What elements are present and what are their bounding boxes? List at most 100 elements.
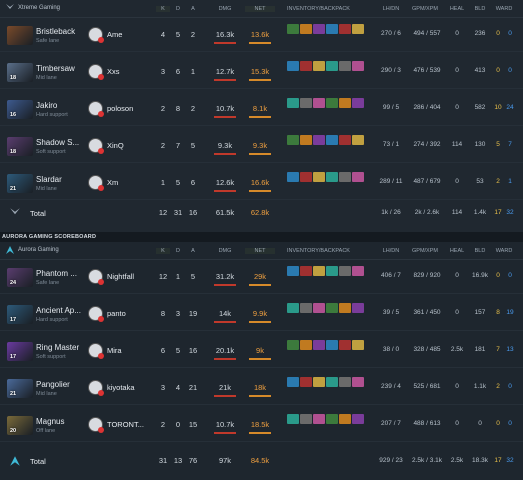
inventory-item-icon[interactable] bbox=[313, 266, 325, 276]
inventory-item-icon[interactable] bbox=[339, 172, 351, 182]
sort-damage[interactable]: DMG bbox=[210, 6, 240, 12]
networth-bar bbox=[249, 395, 271, 397]
inventory-item-icon[interactable] bbox=[326, 340, 338, 350]
inventory-item-icon[interactable] bbox=[300, 266, 312, 276]
player-row[interactable]: 18 Timbersaw Mid lane Xxs 3 6 1 12.7k 15.3k 290 /… bbox=[0, 55, 523, 89]
inventory-item-icon[interactable] bbox=[300, 24, 312, 34]
inventory-item-icon[interactable] bbox=[339, 414, 351, 424]
player-name[interactable]: Mira bbox=[107, 346, 122, 355]
player-name[interactable]: Ame bbox=[107, 30, 122, 39]
inventory-item-icon[interactable] bbox=[339, 24, 351, 34]
player-name[interactable]: panto bbox=[107, 309, 126, 318]
player-row[interactable]: 21 Slardar Mid lane Xm 1 5 6 12.6k 16.6k 289 / 11… bbox=[0, 166, 523, 200]
inventory-item-icon[interactable] bbox=[326, 98, 338, 108]
inventory-item-icon[interactable] bbox=[313, 24, 325, 34]
sort-kills[interactable]: K bbox=[156, 248, 170, 254]
player-name[interactable]: XinQ bbox=[107, 141, 124, 150]
kills: 6 bbox=[160, 346, 166, 355]
inventory-item-icon[interactable] bbox=[300, 303, 312, 313]
sort-networth[interactable]: NET bbox=[245, 248, 275, 254]
inventory-item-icon[interactable] bbox=[352, 98, 364, 108]
inventory-item-icon[interactable] bbox=[352, 303, 364, 313]
player-row[interactable]: 24 Phantom ... Safe lane Nightfall 12 1 5 31.2k… bbox=[0, 260, 523, 294]
player-row[interactable]: 17 Ancient Ap... Hard support panto 8 3 19 14k 9… bbox=[0, 297, 523, 331]
inventory-item-icon[interactable] bbox=[339, 303, 351, 313]
inventory-item-icon[interactable] bbox=[339, 266, 351, 276]
inventory-item-icon[interactable] bbox=[339, 377, 351, 387]
inventory-item-icon[interactable] bbox=[300, 172, 312, 182]
inventory-item-icon[interactable] bbox=[352, 266, 364, 276]
inventory-item-icon[interactable] bbox=[326, 135, 338, 145]
inventory-item-icon[interactable] bbox=[300, 414, 312, 424]
inventory-item-icon[interactable] bbox=[287, 172, 299, 182]
inventory-item-icon[interactable] bbox=[326, 266, 338, 276]
player-row[interactable]: 21 Pangolier Mid lane kiyotaka 3 4 21 21k 18k 239… bbox=[0, 371, 523, 405]
player-name[interactable]: poloson bbox=[107, 104, 133, 113]
inventory-item-icon[interactable] bbox=[287, 98, 299, 108]
player-row[interactable]: 16 Jakiro Hard support poloson 2 8 2 10.7k 8.1k 9… bbox=[0, 92, 523, 126]
sort-deaths[interactable]: D bbox=[171, 248, 185, 254]
inventory-item-icon[interactable] bbox=[300, 135, 312, 145]
inventory-item-icon[interactable] bbox=[300, 61, 312, 71]
inventory-item-icon[interactable] bbox=[287, 303, 299, 313]
player-row[interactable]: Bristleback Safe lane Ame 4 5 2 16.3k 13.6k 270 … bbox=[0, 18, 523, 52]
inventory-item-icon[interactable] bbox=[313, 414, 325, 424]
inventory-item-icon[interactable] bbox=[313, 303, 325, 313]
inventory-item-icon[interactable] bbox=[287, 266, 299, 276]
inventory-item-icon[interactable] bbox=[313, 98, 325, 108]
inventory-item-icon[interactable] bbox=[287, 340, 299, 350]
hero-name: Slardar bbox=[36, 175, 62, 184]
sort-kills[interactable]: K bbox=[156, 6, 170, 12]
inventory-item-icon[interactable] bbox=[287, 414, 299, 424]
inventory-item-icon[interactable] bbox=[326, 377, 338, 387]
player-name[interactable]: TORONT... bbox=[107, 420, 144, 429]
player-name[interactable]: Nightfall bbox=[107, 272, 134, 281]
inventory-item-icon[interactable] bbox=[326, 61, 338, 71]
networth-bar bbox=[249, 153, 271, 155]
player-name[interactable]: kiyotaka bbox=[107, 383, 135, 392]
player-name[interactable]: Xm bbox=[107, 178, 118, 187]
inventory-item-icon[interactable] bbox=[300, 377, 312, 387]
inventory-item-icon[interactable] bbox=[352, 414, 364, 424]
inventory-item-icon[interactable] bbox=[352, 61, 364, 71]
inventory-item-icon[interactable] bbox=[313, 172, 325, 182]
player-row[interactable]: 17 Ring Master Soft support Mira 6 5 16 20.1k 9k… bbox=[0, 334, 523, 368]
inventory-item-icon[interactable] bbox=[352, 377, 364, 387]
player-name[interactable]: Xxs bbox=[107, 67, 120, 76]
inventory-item-icon[interactable] bbox=[339, 98, 351, 108]
inventory-item-icon[interactable] bbox=[287, 61, 299, 71]
inventory-item-icon[interactable] bbox=[352, 135, 364, 145]
inventory-item-icon[interactable] bbox=[339, 135, 351, 145]
inventory-item-icon[interactable] bbox=[300, 98, 312, 108]
inventory-item-icon[interactable] bbox=[326, 414, 338, 424]
inventory-item-icon[interactable] bbox=[352, 172, 364, 182]
hero-portrait-icon[interactable] bbox=[7, 26, 33, 45]
bld: 236 bbox=[474, 30, 486, 37]
inventory-item-icon[interactable] bbox=[287, 135, 299, 145]
sort-assists[interactable]: A bbox=[186, 6, 200, 12]
inventory-item-icon[interactable] bbox=[313, 340, 325, 350]
sort-assists[interactable]: A bbox=[186, 248, 200, 254]
inventory-item-icon[interactable] bbox=[287, 377, 299, 387]
inventory-item-icon[interactable] bbox=[339, 340, 351, 350]
inventory-item-icon[interactable] bbox=[287, 24, 299, 34]
inventory-item-icon[interactable] bbox=[339, 61, 351, 71]
inventory-item-icon[interactable] bbox=[313, 377, 325, 387]
player-row[interactable]: 20 Magnus Off lane TORONT... 2 0 15 10.7k 18.5k 2… bbox=[0, 408, 523, 442]
sort-damage[interactable]: DMG bbox=[210, 248, 240, 254]
sort-networth[interactable]: NET bbox=[245, 6, 275, 12]
networth-bar bbox=[249, 116, 271, 118]
inventory-item-icon[interactable] bbox=[352, 340, 364, 350]
inventory-item-icon[interactable] bbox=[313, 61, 325, 71]
inventory-item-icon[interactable] bbox=[326, 303, 338, 313]
inventory-item-icon[interactable] bbox=[313, 135, 325, 145]
bld: 53 bbox=[476, 178, 484, 185]
inventory-item-icon[interactable] bbox=[326, 24, 338, 34]
inventory-item-icon[interactable] bbox=[300, 340, 312, 350]
inventory-item-icon[interactable] bbox=[352, 24, 364, 34]
player-row[interactable]: 18 Shadow S... Soft support XinQ 2 7 5 9.3k 9.3k… bbox=[0, 129, 523, 163]
inventory-item-icon[interactable] bbox=[326, 172, 338, 182]
sort-deaths[interactable]: D bbox=[171, 6, 185, 12]
total-assists: 76 bbox=[188, 456, 198, 465]
heal: 0 bbox=[455, 383, 459, 390]
